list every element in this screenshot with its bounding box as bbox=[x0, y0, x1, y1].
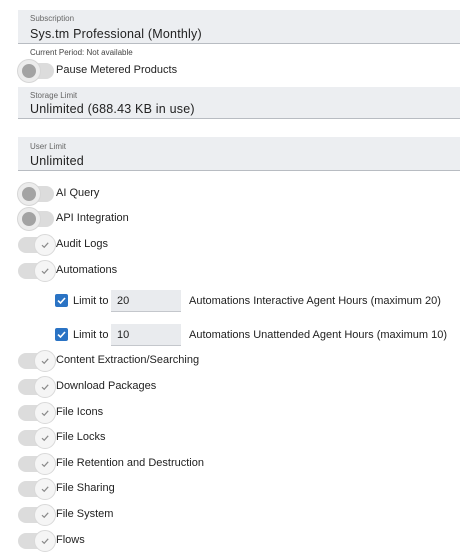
storage-limit-label: Storage Limit bbox=[30, 91, 78, 100]
feature-toggle-download-packages[interactable]: Download Packages bbox=[18, 376, 458, 398]
check-icon bbox=[34, 234, 56, 256]
subscription-label: Subscription bbox=[30, 14, 75, 23]
feature-label: Download Packages bbox=[56, 380, 157, 392]
check-icon bbox=[34, 504, 56, 526]
check-icon bbox=[34, 478, 56, 500]
feature-label: File Retention and Destruction bbox=[56, 457, 204, 469]
check-icon bbox=[34, 427, 56, 449]
subscription-field[interactable]: Subscription Sys.tm Professional (Monthl… bbox=[18, 10, 460, 44]
feature-toggle-flows[interactable]: Flows bbox=[18, 530, 458, 552]
feature-toggle-api-integration[interactable]: API Integration bbox=[18, 208, 458, 230]
pause-metered-toggle[interactable]: Pause Metered Products bbox=[18, 60, 458, 82]
storage-limit-value: Unlimited (688.43 KB in use) bbox=[30, 102, 195, 116]
check-icon bbox=[34, 402, 56, 424]
feature-toggle-content-extraction-searching[interactable]: Content Extraction/Searching bbox=[18, 350, 458, 372]
limit-description: Automations Unattended Agent Hours (maxi… bbox=[189, 329, 448, 341]
user-limit-label: User Limit bbox=[30, 142, 67, 151]
user-limit-value: Unlimited bbox=[30, 154, 84, 168]
feature-label: File Locks bbox=[56, 431, 106, 443]
limit-hours-input[interactable]: 10 bbox=[111, 324, 181, 346]
limit-to-label: Limit to bbox=[73, 295, 109, 307]
toggle-knob bbox=[18, 208, 40, 230]
feature-label: Audit Logs bbox=[56, 238, 108, 250]
storage-limit-field[interactable]: Storage Limit Unlimited (688.43 KB in us… bbox=[18, 87, 460, 119]
feature-toggle-file-locks[interactable]: File Locks bbox=[18, 427, 458, 449]
feature-label: AI Query bbox=[56, 187, 100, 199]
limit-description: Automations Interactive Agent Hours (max… bbox=[189, 295, 441, 307]
limit-checkbox[interactable] bbox=[55, 294, 68, 307]
check-icon bbox=[34, 350, 56, 372]
limit-checkbox[interactable] bbox=[55, 328, 68, 341]
toggle-knob bbox=[18, 60, 40, 82]
feature-toggle-file-sharing[interactable]: File Sharing bbox=[18, 478, 458, 500]
user-limit-field[interactable]: User Limit Unlimited bbox=[18, 137, 460, 171]
automation-limit-row: Limit to 20 Automations Interactive Agent … bbox=[53, 290, 458, 312]
feature-label: Content Extraction/Searching bbox=[56, 354, 200, 366]
feature-toggle-file-icons[interactable]: File Icons bbox=[18, 402, 458, 424]
feature-toggle-ai-query[interactable]: AI Query bbox=[18, 183, 458, 205]
pause-metered-label: Pause Metered Products bbox=[56, 64, 178, 76]
feature-toggle-file-system[interactable]: File System bbox=[18, 504, 458, 526]
feature-label: File Icons bbox=[56, 406, 104, 418]
subscription-value: Sys.tm Professional (Monthly) bbox=[30, 27, 202, 41]
current-period-text: Current Period: Not available bbox=[30, 48, 133, 57]
feature-label: File Sharing bbox=[56, 482, 115, 494]
feature-toggle-file-retention-and-destruction[interactable]: File Retention and Destruction bbox=[18, 453, 458, 475]
toggle-knob bbox=[18, 183, 40, 205]
check-icon bbox=[34, 453, 56, 475]
feature-toggle-audit-logs[interactable]: Audit Logs bbox=[18, 234, 458, 256]
check-icon bbox=[34, 376, 56, 398]
check-icon bbox=[34, 530, 56, 552]
feature-label: API Integration bbox=[56, 212, 129, 224]
feature-toggle-automations[interactable]: Automations bbox=[18, 260, 458, 282]
feature-label: Automations bbox=[56, 264, 118, 276]
automation-limit-row: Limit to 10 Automations Unattended Agent H… bbox=[53, 324, 458, 346]
check-icon bbox=[34, 260, 56, 282]
limit-hours-input[interactable]: 20 bbox=[111, 290, 181, 312]
limit-to-label: Limit to bbox=[73, 329, 109, 341]
feature-label: File System bbox=[56, 508, 114, 520]
feature-label: Flows bbox=[56, 534, 85, 546]
